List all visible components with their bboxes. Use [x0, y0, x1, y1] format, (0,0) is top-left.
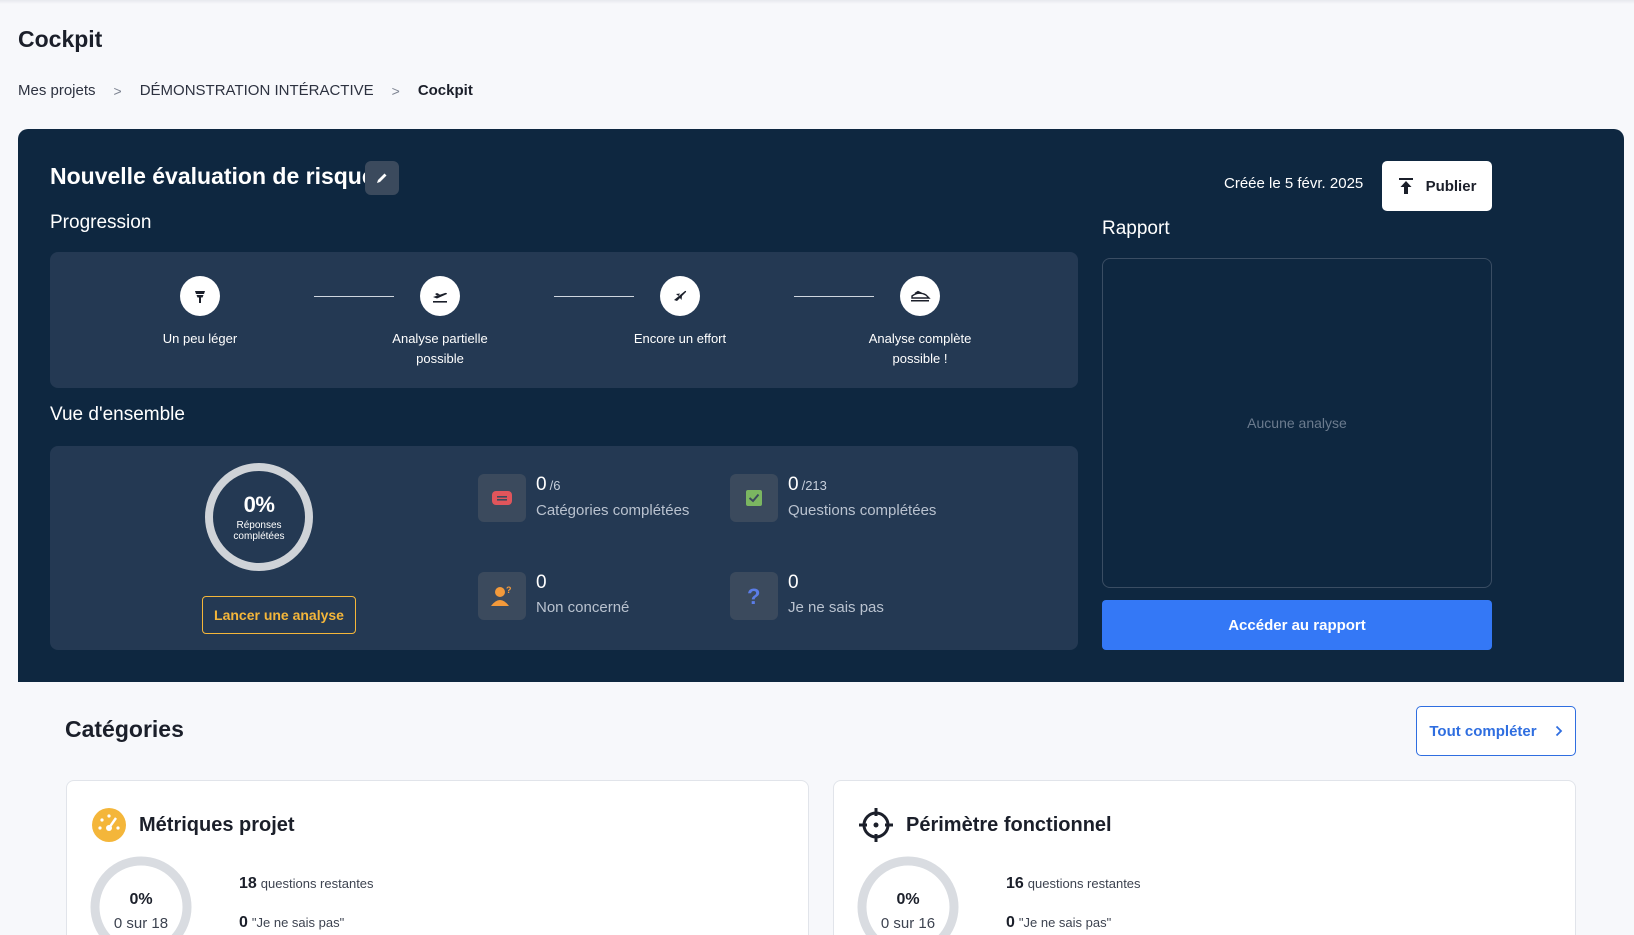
evaluation-title: Nouvelle évaluation de risques — [50, 163, 388, 189]
complete-all-label: Tout compléter — [1429, 722, 1537, 740]
categories-label: Catégories complétées — [536, 502, 690, 519]
crosshair-icon — [859, 808, 893, 842]
breadcrumb-my-projects[interactable]: Mes projets — [18, 82, 96, 99]
creation-date: Créée le 5 févr. 2025 — [1224, 175, 1364, 192]
evaluation-hero: Nouvelle évaluation de risques Créée le … — [18, 129, 1624, 682]
completion-percent: 0% — [243, 492, 275, 517]
top-shadow — [0, 0, 1634, 4]
publish-label: Publier — [1425, 177, 1477, 195]
report-heading: Rapport — [1102, 218, 1170, 239]
stat-questions: 0/213 Questions complétées — [730, 474, 936, 522]
chevron-right-icon — [1555, 725, 1562, 737]
category-remaining: 18 questions restantes — [239, 875, 374, 892]
windsock-icon — [180, 276, 220, 316]
plane-takeoff-icon — [420, 276, 460, 316]
launch-analysis-button[interactable]: Lancer une analyse — [202, 596, 356, 634]
overview-panel: 0% Réponses complétées Lancer une analys… — [50, 446, 1078, 650]
page-title: Cockpit — [18, 26, 103, 52]
progression-panel: Un peu léger Analyse partielle possible … — [50, 252, 1078, 388]
unknown-label: Je ne sais pas — [788, 599, 884, 616]
category-unknown: 0 "Je ne sais pas" — [239, 914, 345, 931]
categories-total: /6 — [549, 478, 561, 493]
category-progress: 0 sur 16 — [880, 914, 936, 932]
overview-heading: Vue d'ensemble — [50, 404, 185, 425]
pencil-icon — [377, 173, 387, 183]
category-name: Périmètre fonctionnel — [906, 813, 1112, 836]
question-mark-icon: ? — [730, 572, 778, 620]
category-ring: 0% 0 sur 16 — [856, 855, 960, 935]
step-label: Analyse partielle possible — [392, 331, 488, 366]
category-progress: 0 sur 18 — [113, 914, 169, 932]
progress-step-3: Encore un effort — [595, 276, 765, 349]
category-icon — [478, 474, 526, 522]
not-concerned-count: 0 — [536, 572, 547, 593]
step-label: Analyse complète possible ! — [868, 331, 972, 366]
categories-count: 0 — [536, 474, 547, 495]
step-label: Encore un effort — [633, 331, 727, 346]
categories-heading: Catégories — [65, 716, 184, 742]
progress-step-2: Analyse partielle possible — [355, 276, 525, 369]
edit-title-button[interactable] — [365, 161, 399, 195]
upload-icon — [1398, 178, 1413, 194]
stat-unknown: ? 0 Je ne sais pas — [730, 572, 884, 620]
plane-landing-icon — [900, 276, 940, 316]
publish-button[interactable]: Publier — [1382, 161, 1492, 211]
checkbox-icon — [730, 474, 778, 522]
report-empty-text: Aucune analyse — [1247, 415, 1347, 431]
category-unknown: 0 "Je ne sais pas" — [1006, 914, 1112, 931]
svg-text:?: ? — [747, 584, 760, 608]
breadcrumb-separator: > — [113, 82, 122, 99]
completion-ring: 0% Réponses complétées — [204, 462, 314, 572]
step-label: Un peu léger — [162, 331, 238, 346]
questions-count: 0 — [788, 474, 799, 495]
plane-icon — [660, 276, 700, 316]
stat-not-concerned: ? 0 Non concerné — [478, 572, 629, 620]
gauge-icon — [92, 808, 126, 842]
category-card[interactable]: Métriques projet 0% 0 sur 18 18 questions… — [66, 780, 809, 935]
stat-categories: 0/6 Catégories complétées — [478, 474, 689, 522]
category-percent: 0% — [896, 890, 920, 908]
category-ring: 0% 0 sur 18 — [89, 855, 193, 935]
complete-all-button[interactable]: Tout compléter — [1416, 706, 1576, 756]
access-report-button[interactable]: Accéder au rapport — [1102, 600, 1492, 650]
category-card[interactable]: Périmètre fonctionnel 0% 0 sur 16 16 ques… — [833, 780, 1576, 935]
breadcrumb-separator: > — [391, 82, 400, 99]
questions-total: /213 — [801, 478, 827, 493]
breadcrumb-current: Cockpit — [417, 82, 473, 99]
progression-heading: Progression — [50, 212, 152, 233]
unknown-count: 0 — [788, 572, 799, 593]
not-concerned-label: Non concerné — [536, 599, 630, 616]
breadcrumb-project[interactable]: DÉMONSTRATION INTÉRACTIVE — [140, 82, 374, 99]
person-question-icon: ? — [478, 572, 526, 620]
svg-text:?: ? — [506, 585, 512, 595]
category-percent: 0% — [129, 890, 153, 908]
completion-label: Réponses complétées — [233, 520, 285, 542]
category-name: Métriques projet — [139, 813, 295, 836]
category-remaining: 16 questions restantes — [1006, 875, 1141, 892]
report-preview: Aucune analyse — [1102, 258, 1492, 588]
breadcrumb: Mes projets > DÉMONSTRATION INTÉRACTIVE … — [18, 82, 473, 99]
progress-step-4: Analyse complète possible ! — [835, 276, 1005, 369]
questions-label: Questions complétées — [788, 502, 937, 519]
progress-step-1: Un peu léger — [115, 276, 285, 349]
